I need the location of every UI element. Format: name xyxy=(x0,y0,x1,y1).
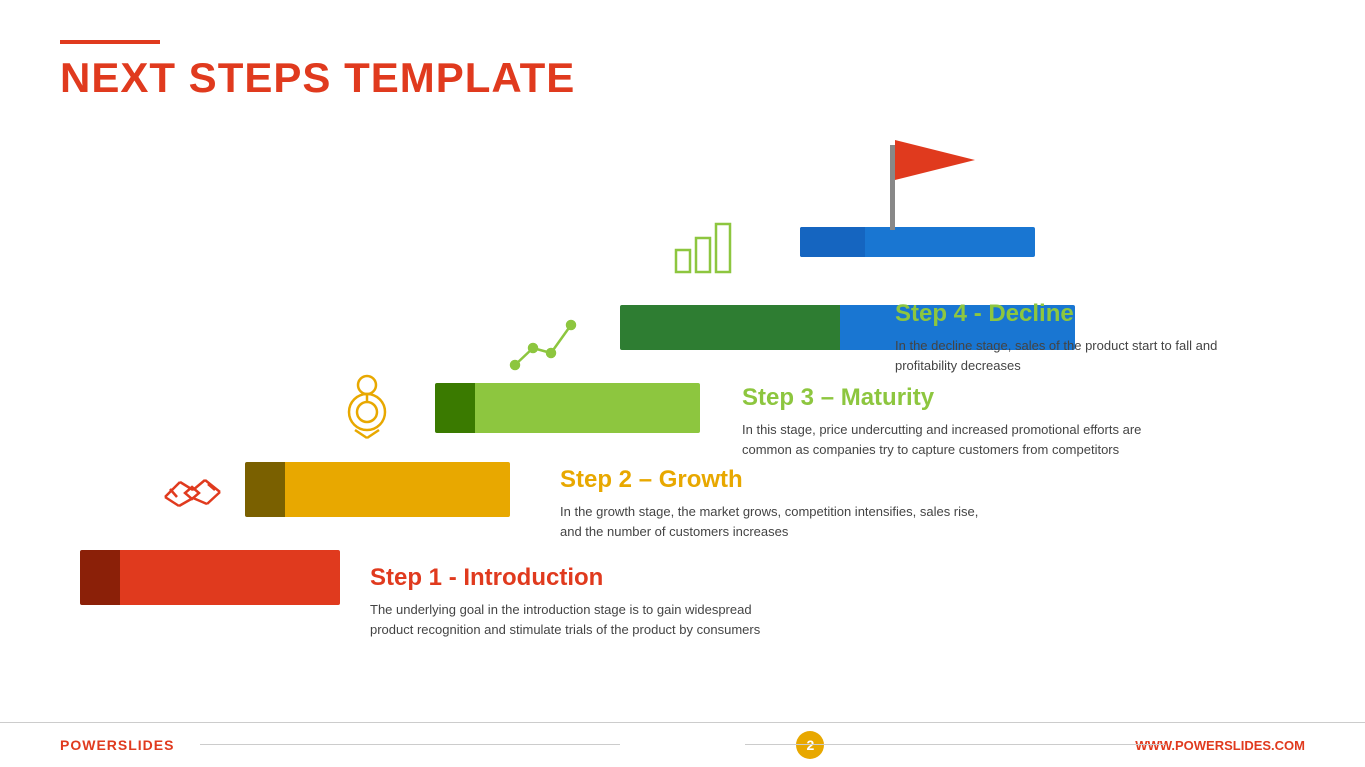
step3-bar-main xyxy=(475,383,700,433)
step3-title: Step 3 – Maturity xyxy=(742,384,1182,412)
step3-bar-dark xyxy=(435,383,475,433)
brand-name: POWERSLIDES xyxy=(60,737,174,753)
flag-icon xyxy=(895,140,985,200)
step1-bar xyxy=(80,550,340,605)
step3-bar xyxy=(435,383,700,433)
footer-line-right xyxy=(745,744,1165,746)
brand-part2: SLIDES xyxy=(118,737,175,753)
header-accent-line xyxy=(60,40,160,44)
step1-title: Step 1 - Introduction xyxy=(370,564,790,592)
person-target-icon xyxy=(335,370,400,450)
title-part1: NEXT STEPS xyxy=(60,54,344,101)
handshake-icon xyxy=(155,462,230,527)
step1-bar-main xyxy=(120,550,340,605)
step1-description: The underlying goal in the introduction … xyxy=(370,600,790,639)
step2-description: In the growth stage, the market grows, c… xyxy=(560,502,990,541)
step2-bar-dark xyxy=(245,462,285,517)
footer-line-left xyxy=(200,744,620,746)
line-chart-icon xyxy=(505,310,585,380)
step4-label: Step 4 - Decline In the decline stage, s… xyxy=(895,300,1255,375)
step1-label: Step 1 - Introduction The underlying goa… xyxy=(370,564,790,639)
step3-label: Step 3 – Maturity In this stage, price u… xyxy=(742,384,1182,459)
step4-description: In the decline stage, sales of the produ… xyxy=(895,336,1255,375)
step4-bar-dark xyxy=(620,305,840,350)
brand-part1: POWER xyxy=(60,737,118,753)
step1-bar-dark xyxy=(80,550,120,605)
step2-bar-main xyxy=(285,462,510,517)
platform-dark-block xyxy=(800,227,865,257)
step4-title: Step 4 - Decline xyxy=(895,300,1255,328)
header: NEXT STEPS TEMPLATE xyxy=(60,40,575,102)
step2-bar xyxy=(245,462,510,517)
website-url: WWW.POWERSLIDES.COM xyxy=(1135,738,1305,753)
bar-chart-icon xyxy=(668,210,748,280)
title-part2: TEMPLATE xyxy=(344,54,575,101)
step3-description: In this stage, price undercutting and in… xyxy=(742,420,1182,459)
step2-title: Step 2 – Growth xyxy=(560,466,990,494)
page-title: NEXT STEPS TEMPLATE xyxy=(60,54,575,102)
page-number: 2 xyxy=(796,731,824,759)
step2-label: Step 2 – Growth In the growth stage, the… xyxy=(560,466,990,541)
